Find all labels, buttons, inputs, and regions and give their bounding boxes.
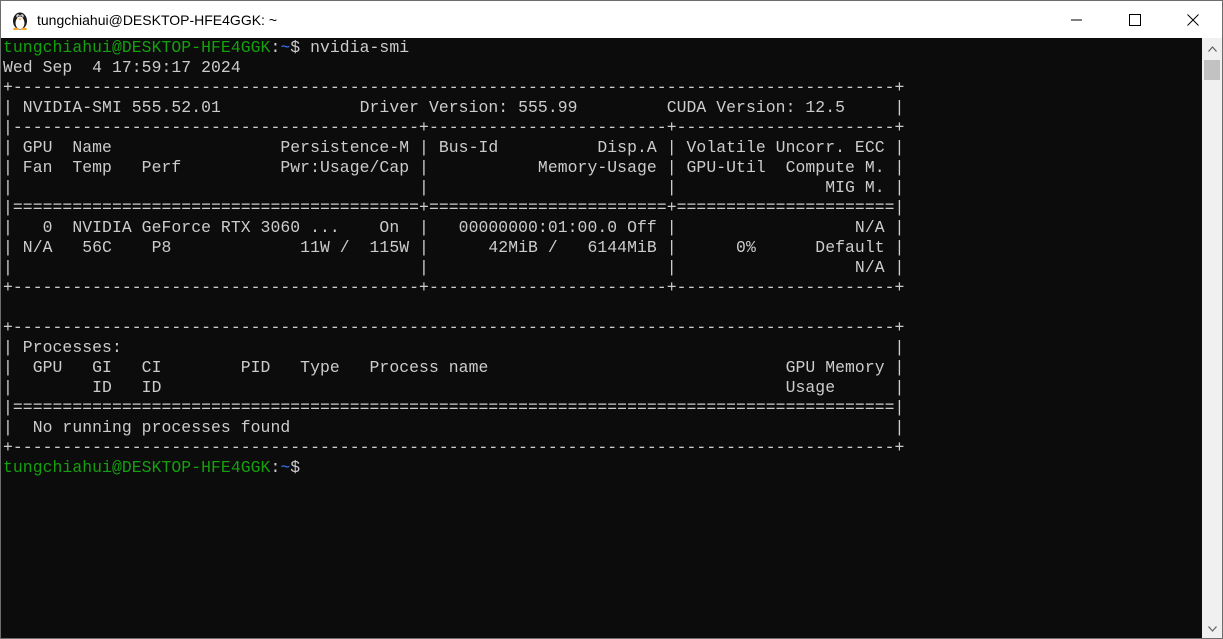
- scroll-up-button[interactable]: [1202, 38, 1222, 58]
- output-line: |=======================================…: [3, 398, 905, 417]
- output-line: | 0 NVIDIA GeForce RTX 3060 ... On | 000…: [3, 218, 905, 237]
- minimize-icon: [1071, 14, 1083, 26]
- output-line: | GPU Name Persistence-M | Bus-Id Disp.A…: [3, 138, 905, 157]
- output-line: Wed Sep 4 17:59:17 2024: [3, 58, 241, 77]
- window-controls: [1048, 1, 1222, 38]
- command-line: tungchiahui@DESKTOP-HFE4GGK:~$ nvidia-sm…: [3, 38, 1202, 58]
- prompt-symbol: $: [290, 458, 311, 477]
- output-line: |=======================================…: [3, 198, 905, 217]
- output-line: | NVIDIA-SMI 555.52.01 Driver Version: 5…: [3, 98, 905, 117]
- title-bar[interactable]: tungchiahui@DESKTOP-HFE4GGK: ~: [1, 1, 1222, 38]
- output-line: | GPU GI CI PID Type Process name GPU Me…: [3, 358, 905, 377]
- output-line: | ID ID Usage |: [3, 378, 905, 397]
- chevron-down-icon: [1207, 619, 1217, 637]
- scroll-down-button[interactable]: [1202, 618, 1222, 638]
- output-line: | | | N/A |: [3, 258, 905, 277]
- output-line: +---------------------------------------…: [3, 278, 905, 297]
- close-button[interactable]: [1164, 1, 1222, 38]
- terminal-output[interactable]: tungchiahui@DESKTOP-HFE4GGK:~$ nvidia-sm…: [1, 38, 1202, 638]
- prompt-user-host: tungchiahui@DESKTOP-HFE4GGK: [3, 458, 271, 477]
- output-line: | No running processes found |: [3, 418, 905, 437]
- chevron-up-icon: [1207, 39, 1217, 57]
- prompt-symbol: $: [290, 38, 311, 57]
- prompt-path: ~: [280, 458, 291, 477]
- output-line: +---------------------------------------…: [3, 318, 905, 337]
- output-line: | | | MIG M. |: [3, 178, 905, 197]
- output-line: | Processes: |: [3, 338, 905, 357]
- output-line: | N/A 56C P8 11W / 115W | 42MiB / 6144Mi…: [3, 238, 905, 257]
- output-line: | Fan Temp Perf Pwr:Usage/Cap | Memory-U…: [3, 158, 905, 177]
- prompt-path: ~: [280, 38, 291, 57]
- prompt-user-host: tungchiahui@DESKTOP-HFE4GGK: [3, 38, 271, 57]
- output-line: +---------------------------------------…: [3, 78, 905, 97]
- prompt-colon: :: [270, 38, 281, 57]
- command-text: nvidia-smi: [310, 38, 410, 57]
- vertical-scrollbar[interactable]: [1202, 38, 1222, 638]
- maximize-button[interactable]: [1106, 1, 1164, 38]
- maximize-icon: [1129, 13, 1141, 26]
- output-line: |---------------------------------------…: [3, 118, 905, 137]
- scrollbar-thumb[interactable]: [1204, 60, 1220, 80]
- penguin-icon[interactable]: [11, 10, 29, 30]
- close-icon: [1187, 13, 1199, 26]
- prompt-colon: :: [270, 458, 281, 477]
- window-title: tungchiahui@DESKTOP-HFE4GGK: ~: [37, 11, 277, 28]
- prompt-line[interactable]: tungchiahui@DESKTOP-HFE4GGK:~$: [3, 458, 1202, 478]
- output-line: +---------------------------------------…: [3, 438, 905, 457]
- terminal-window: tungchiahui@DESKTOP-HFE4GGK: ~ tungchiah…: [0, 0, 1223, 639]
- minimize-button[interactable]: [1048, 1, 1106, 38]
